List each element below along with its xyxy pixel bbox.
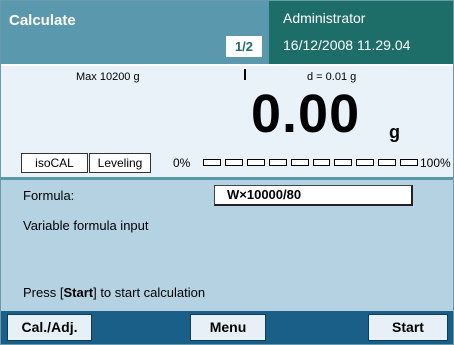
weight-value: 0.00 [251,84,361,144]
balance-screen: Calculate 1/2 Administrator 16/12/2008 1… [0,0,454,345]
hint-prefix: Press [ [23,285,64,300]
bargraph-segment [203,159,221,166]
menu-button[interactable]: Menu [190,314,266,341]
readability: d = 0.01 g [307,71,357,83]
bargraph-min-label: 0% [173,156,191,170]
formula-field[interactable]: W×10000/80 [214,185,413,206]
hint-suffix: ] to start calculation [93,285,206,300]
start-button[interactable]: Start [368,314,448,341]
bargraph-segment [378,159,397,166]
bargraph-segment [290,159,309,166]
weight-unit: g [389,122,400,142]
start-hint: Press [Start] to start calculation [23,285,205,300]
header-title-panel: Calculate 1/2 [1,1,269,64]
bargraph-segment [400,159,419,166]
header-info-panel: Administrator 16/12/2008 11.29.04 [269,1,453,64]
weighing-display: Max 10200 g d = 0.01 g 0.00 g isoCAL Lev… [1,64,453,177]
date-time: 16/12/2008 11.29.04 [283,37,411,53]
formula-description: Variable formula input [23,218,149,233]
bargraph-max-label: 100% [420,156,451,170]
isocal-button[interactable]: isoCAL [21,153,88,173]
softkey-bar: Cal./Adj. Menu Start [1,311,453,344]
page-indicator[interactable]: 1/2 [226,36,262,57]
app-title: Calculate [9,12,76,29]
capacity-marker [244,69,246,80]
user-name: Administrator [283,10,366,26]
bargraph-segment [224,159,243,166]
hint-key: Start [63,285,94,300]
max-capacity: Max 10200 g [76,71,140,83]
leveling-button[interactable]: Leveling [89,153,151,173]
header-bar: Calculate 1/2 Administrator 16/12/2008 1… [1,1,453,64]
bargraph-segment [268,159,287,166]
cal-adj-button[interactable]: Cal./Adj. [7,314,92,341]
bargraph-segment [356,159,375,166]
bargraph-segment [246,159,265,166]
application-area: Formula: W×10000/80 Variable formula inp… [1,177,453,311]
formula-label: Formula: [23,188,75,203]
bargraph-segment [312,159,331,166]
capacity-bargraph [203,159,419,166]
bargraph-segment [334,159,353,166]
